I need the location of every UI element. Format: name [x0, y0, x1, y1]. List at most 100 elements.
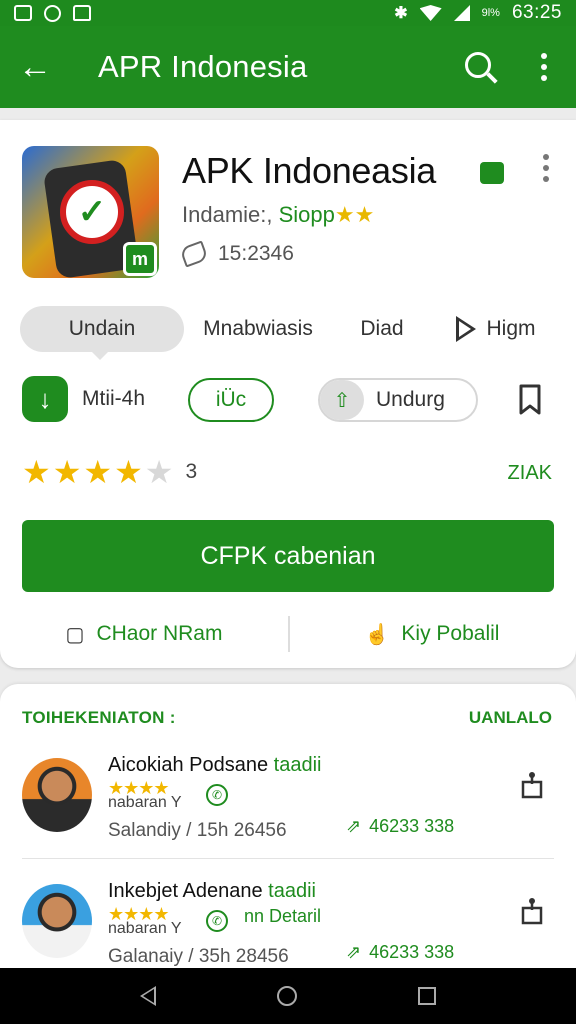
review-count-text: 46233 338	[369, 816, 455, 836]
whatsapp-icon[interactable]: ✆	[206, 784, 228, 806]
review-count-text: 46233 338	[369, 942, 455, 962]
review-action-button[interactable]	[520, 770, 544, 800]
status-bar: ✱ 9l% 63:25	[0, 0, 576, 26]
review-sub: nabaran Y	[108, 920, 182, 937]
card-more-vert-icon[interactable]	[543, 154, 549, 182]
search-icon	[465, 52, 491, 78]
share-arrow-icon: ⇗	[346, 942, 362, 962]
rocket-icon	[179, 240, 209, 268]
rating-right-link[interactable]: ZIAK	[508, 462, 552, 485]
review-count: ⇗ 46233 338	[346, 816, 454, 837]
install-label: Mtii-4h	[82, 387, 146, 410]
developer-stars: ★★	[334, 202, 375, 227]
thumb-icon: ☝	[364, 623, 390, 646]
review-date: Salandiy / 15h 26456	[108, 820, 287, 841]
rating-row: ★ ★ ★ ★ ★ 3	[22, 456, 197, 488]
right-link[interactable]: ☝ Kiy Pobalil	[288, 622, 576, 647]
app-icon: ✓ m	[22, 146, 159, 278]
app-name: APK Indoneasia	[182, 150, 436, 191]
system-nav-bar	[0, 968, 576, 1024]
reviews-see-all-link[interactable]: UANLALO	[469, 708, 552, 728]
review-chat-text: nn Detaril	[244, 906, 322, 926]
right-link-label: Kiy Pobalil	[401, 622, 500, 645]
star-icon: ★	[22, 454, 51, 490]
mid-pill-button[interactable]: iÜc	[188, 378, 274, 422]
nav-recents-icon[interactable]	[417, 987, 436, 1005]
reviewer-name: Aicokiah Podsane taadii	[108, 754, 321, 777]
bookmark-button[interactable]	[518, 384, 542, 416]
share-arrow-icon: ⇗	[346, 816, 362, 836]
share-pill-button[interactable]: ⇧ Undurg	[318, 378, 478, 422]
nav-home-icon[interactable]	[276, 986, 297, 1006]
left-link-label: CHaor NRam	[96, 622, 223, 645]
review-action-button[interactable]	[520, 896, 544, 926]
app-icon-badge: ✓	[60, 180, 124, 244]
detail-tabs: Undain Mnabwiasis Diad Higm	[20, 306, 560, 360]
review-count: ⇗ 46233 338	[346, 942, 454, 963]
app-bar-title: APR Indonesia	[98, 49, 308, 84]
upload-icon	[521, 898, 543, 925]
download-icon: ↓	[22, 376, 68, 422]
reviews-card: TOIHEKENIATON : UANLALO Aicokiah Podsane…	[0, 684, 576, 968]
tab-2[interactable]: Mnabwiasis	[184, 306, 332, 352]
status-notifications	[14, 4, 91, 22]
tab-4[interactable]: Higm	[432, 306, 560, 352]
secondary-links: ▢ CHaor NRam ☝ Kiy Pobalil	[0, 612, 576, 656]
reviewer-name-green: taadii	[273, 754, 322, 776]
app-detail-card: ✓ m APK Indoneasia Indamie:, Siopp★★ 15:…	[0, 120, 576, 668]
reviewer-name-green: taadii	[268, 880, 316, 902]
nav-back-icon[interactable]	[140, 986, 157, 1006]
links-divider	[288, 616, 290, 652]
reviewer-name-text: Aicokiah Podsane	[108, 754, 269, 776]
play-icon	[456, 316, 477, 342]
review-divider	[22, 858, 554, 859]
star-icon: ★	[114, 454, 143, 490]
tab-4-label: Higm	[486, 317, 536, 340]
rating-count: 3	[185, 460, 198, 483]
comment-icon: ▢	[65, 623, 85, 646]
avatar	[22, 884, 92, 958]
developer-line[interactable]: Indamie:, Siopp★★	[182, 202, 374, 228]
downloads-count: 15:2346	[218, 242, 294, 265]
share-label: Undurg	[376, 388, 445, 411]
app-bar: ← APR Indonesia	[0, 26, 576, 108]
status-time: 63:25	[511, 2, 562, 23]
battery-percent: 9l%	[481, 7, 500, 19]
whatsapp-icon[interactable]: ✆	[206, 910, 228, 932]
search-button[interactable]	[448, 26, 512, 108]
message-icon	[14, 5, 32, 21]
reviews-header: TOIHEKENIATON :	[22, 708, 176, 727]
more-vert-icon	[541, 53, 547, 81]
back-arrow-icon[interactable]: ←	[0, 26, 70, 108]
signal-icon	[453, 5, 470, 21]
primary-cta-button[interactable]: CFPK cabenian	[22, 520, 554, 592]
review-date: Galanaiy / 35h 28456	[108, 946, 289, 967]
reviewer-name-text: Inkebjet Adenane	[108, 880, 263, 902]
app-icon-corner-logo: m	[123, 242, 157, 276]
reviewer-name: Inkebjet Adenane taadii	[108, 880, 316, 903]
avatar	[22, 758, 92, 832]
developer-sub: Siopp	[278, 202, 335, 227]
share-icon: ⇧	[320, 380, 364, 420]
bookmark-icon	[519, 384, 541, 415]
action-row: ↓ Mtii-4h iÜc ⇧ Undurg	[22, 376, 554, 424]
bluetooth-icon: ✱	[394, 5, 408, 22]
review-sub: nabaran Y	[108, 794, 182, 811]
tab-3[interactable]: Diad	[332, 306, 432, 352]
home-notification-icon	[73, 5, 91, 21]
star-icon: ★	[52, 454, 82, 490]
wifi-icon	[419, 5, 442, 21]
downloads-line: 15:2346	[179, 240, 294, 268]
star-icon: ★	[83, 454, 113, 490]
install-action[interactable]: ↓ Mtii-4h	[22, 376, 145, 422]
upload-icon	[521, 772, 543, 799]
tab-1[interactable]: Undain	[20, 306, 184, 360]
status-system: ✱ 9l% 63:25	[394, 2, 562, 24]
left-link[interactable]: ▢ CHaor NRam	[0, 622, 288, 647]
verified-badge-icon	[480, 162, 504, 184]
star-empty-icon: ★	[144, 454, 174, 490]
camera-icon	[44, 4, 61, 22]
overflow-menu-button[interactable]	[512, 26, 576, 108]
review-item[interactable]: Aicokiah Podsane taadii ★★★★ nabaran Y ✆…	[0, 750, 576, 866]
developer-name: Indamie:,	[182, 202, 273, 227]
